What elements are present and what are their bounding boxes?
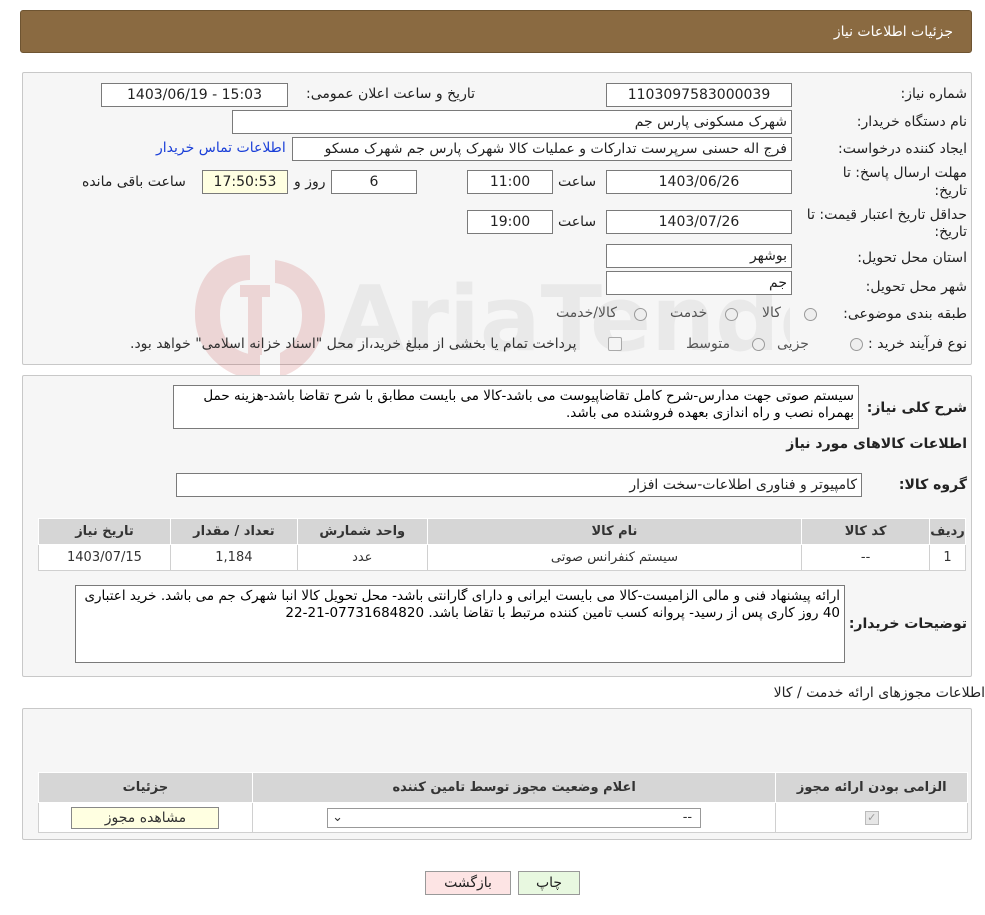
buyer-org-label: نام دستگاه خریدار: [856, 114, 967, 130]
category-option-service: خدمت [670, 305, 708, 321]
category-radio-group: کالا خدمت کالا/خدمت [540, 305, 830, 325]
deadline-label-date: تاریخ: [934, 183, 967, 199]
buyer-notes-textarea[interactable] [75, 585, 845, 663]
need-number-field: 1103097583000039 [606, 83, 792, 107]
cell-required: ✓ [775, 802, 968, 833]
group-field: کامپیوتر و فناوری اطلاعات-سخت افزار [176, 473, 862, 497]
days-label: روز و [294, 174, 326, 190]
process-radio-medium[interactable] [752, 338, 765, 351]
announce-label: تاریخ و ساعت اعلان عمومی: [306, 86, 475, 102]
goods-table: ردیف کد کالا نام کالا واحد شمارش تعداد /… [38, 518, 966, 571]
required-checkbox[interactable]: ✓ [864, 810, 879, 825]
table-row: 1 -- سیستم کنفرانس صوتی عدد 1,184 1403/0… [38, 544, 966, 571]
col-unit: واحد شمارش [296, 518, 428, 545]
goods-table-header: ردیف کد کالا نام کالا واحد شمارش تعداد /… [38, 518, 966, 545]
category-option-goods: کالا [762, 305, 781, 321]
buyer-org-field: شهرک مسکونی پارس جم [232, 110, 792, 134]
validity-time-label: ساعت [558, 214, 597, 230]
col-name: نام کالا [426, 518, 803, 545]
cell-qty: 1,184 [169, 544, 298, 571]
category-radio-both[interactable] [634, 308, 647, 321]
licenses-table-header: الزامی بودن ارائه مجوز اعلام وضعیت مجوز … [38, 772, 968, 803]
view-license-button[interactable]: مشاهده مجوز [71, 806, 220, 829]
col-required: الزامی بودن ارائه مجوز [775, 772, 968, 803]
licenses-title: اطلاعات مجوزهای ارائه خدمت / کالا [773, 685, 985, 701]
col-qty: تعداد / مقدار [169, 518, 298, 545]
process-option-minor: جزیی [777, 336, 809, 352]
col-date: تاریخ نیاز [38, 518, 171, 545]
validity-date-field: 1403/07/26 [606, 210, 792, 234]
col-details: جزئیات [38, 772, 253, 803]
process-radio-minor[interactable] [850, 338, 863, 351]
license-status-select[interactable]: ⌄ -- [327, 807, 702, 828]
cell-name: سیستم کنفرانس صوتی [426, 544, 803, 571]
process-option-medium: متوسط [686, 336, 730, 352]
deadline-date-field: 1403/06/26 [606, 170, 792, 194]
deadline-label: مهلت ارسال پاسخ: تا [842, 165, 967, 181]
deadline-time-label: ساعت [558, 174, 597, 190]
license-status-value: -- [682, 809, 693, 825]
cell-unit: عدد [296, 544, 428, 571]
description-textarea[interactable] [173, 385, 859, 429]
city-field: جم [606, 271, 792, 295]
remaining-time-field: 17:50:53 [202, 170, 288, 194]
chevron-down-icon: ⌄ [332, 809, 344, 825]
validity-label-date: تاریخ: [934, 224, 967, 240]
table-row: ✓ ⌄ -- مشاهده مجوز [38, 802, 968, 833]
process-label: نوع فرآیند خرید : [868, 336, 967, 352]
process-note: پرداخت تمام یا بخشی از مبلغ خرید،از محل … [130, 336, 577, 352]
category-radio-goods[interactable] [804, 308, 817, 321]
goods-section-title: اطلاعات کالاهای مورد نیاز [786, 436, 967, 452]
announce-field: 1403/06/19 - 15:03 [101, 83, 288, 107]
cell-status: ⌄ -- [251, 802, 777, 833]
category-option-both: کالا/خدمت [556, 305, 617, 321]
group-label: گروه کالا: [898, 477, 967, 493]
creator-field: فرج اله حسنی سرپرست تداركات و عمليات كال… [292, 137, 792, 161]
back-button[interactable]: بازگشت [425, 871, 511, 895]
city-label: شهر محل تحویل: [865, 279, 967, 295]
col-row: ردیف [929, 518, 966, 545]
category-label: طبقه بندی موضوعی: [843, 306, 967, 322]
process-radio-group: جزیی متوسط پرداخت تمام یا بخشی از مبلغ خ… [120, 336, 880, 356]
category-radio-service[interactable] [725, 308, 738, 321]
remaining-label: ساعت باقی مانده [82, 174, 186, 190]
col-code: کد کالا [801, 518, 931, 545]
province-field: بوشهر [606, 244, 792, 268]
deadline-time-field: 11:00 [467, 170, 553, 194]
need-number-label: شماره نیاز: [900, 86, 968, 102]
licenses-table: الزامی بودن ارائه مجوز اعلام وضعیت مجوز … [38, 772, 968, 833]
cell-details: مشاهده مجوز [38, 802, 253, 833]
cell-row: 1 [929, 544, 966, 571]
cell-code: -- [801, 544, 931, 571]
buyer-notes-label: توضیحات خریدار: [848, 616, 967, 632]
province-label: استان محل تحویل: [857, 250, 967, 266]
col-status: اعلام وضعیت مجوز توسط تامین کننده [251, 772, 777, 803]
validity-label: حداقل تاریخ اعتبار قیمت: تا [806, 207, 967, 223]
page-title: جزئیات اطلاعات نیاز [833, 24, 953, 40]
buyer-contact-link[interactable]: اطلاعات تماس خریدار [156, 140, 286, 156]
process-checkbox[interactable] [608, 337, 622, 351]
print-button[interactable]: چاپ [518, 871, 580, 895]
days-field: 6 [331, 170, 417, 194]
creator-label: ایجاد کننده درخواست: [838, 141, 967, 157]
cell-date: 1403/07/15 [38, 544, 171, 571]
validity-time-field: 19:00 [467, 210, 553, 234]
description-label: شرح کلی نیاز: [866, 400, 967, 416]
page-header: جزئیات اطلاعات نیاز [20, 10, 972, 53]
